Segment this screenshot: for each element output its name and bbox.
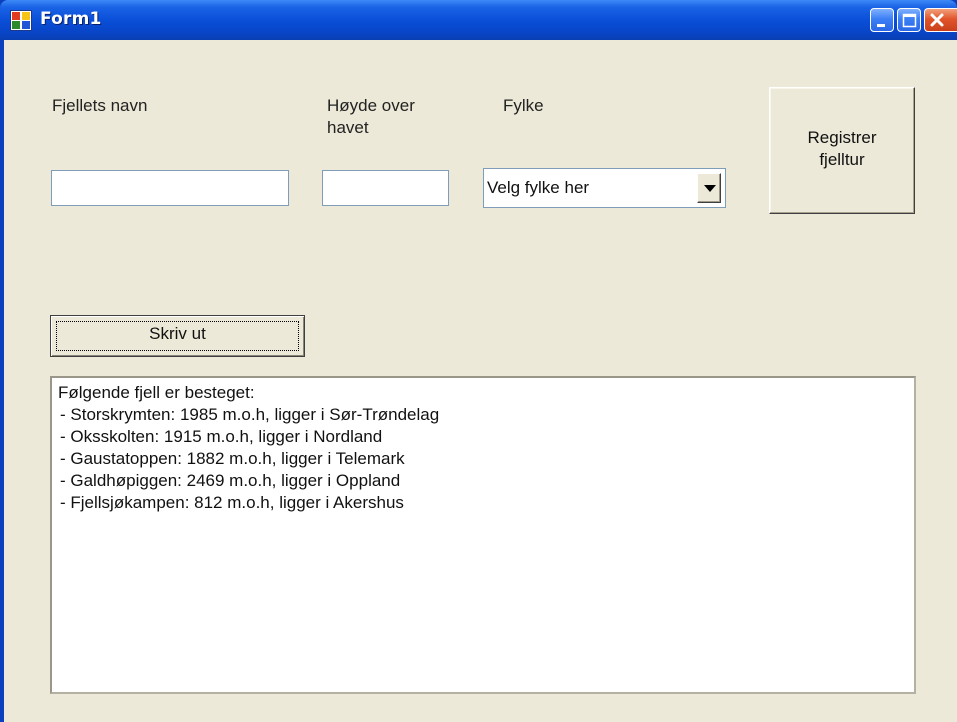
height-label-line2: havet — [327, 118, 369, 137]
maximize-icon — [902, 13, 917, 28]
print-button-label: Skriv ut — [149, 324, 206, 343]
maximize-button[interactable] — [897, 8, 921, 32]
mountain-name-label: Fjellets navn — [52, 96, 148, 115]
minimize-button[interactable] — [870, 8, 894, 32]
title-bar[interactable]: Form1 — [0, 0, 957, 40]
chevron-down-icon — [704, 185, 716, 192]
output-line: - Gaustatoppen: 1882 m.o.h, ligger i Tel… — [60, 449, 405, 468]
output-line: - Fjellsjøkampen: 812 m.o.h, ligger i Ak… — [60, 493, 404, 512]
print-button[interactable]: Skriv ut — [50, 315, 305, 357]
county-label: Fylke — [503, 96, 544, 115]
form-app-icon[interactable] — [10, 10, 32, 31]
output-textarea[interactable]: Følgende fjell er besteget: - Storskrymt… — [50, 376, 916, 694]
height-label-line1: Høyde over — [327, 96, 415, 115]
output-line: - Oksskolten: 1915 m.o.h, ligger i Nordl… — [60, 427, 383, 446]
window-title: Form1 — [40, 9, 102, 29]
app-window: Form1 Fjellets navn Høyde over havet Fyl… — [0, 0, 957, 722]
county-dropdown-button[interactable] — [697, 173, 721, 203]
minimize-icon — [877, 24, 885, 27]
mountain-name-input[interactable] — [51, 170, 289, 206]
close-button[interactable] — [924, 8, 957, 32]
form-client-area: Fjellets navn Høyde over havet Fylke Vel… — [4, 40, 957, 722]
county-select-value: Velg fylke her — [487, 178, 590, 197]
register-trip-button[interactable]: Registrer fjelltur — [769, 87, 915, 214]
county-select[interactable]: Velg fylke her — [483, 168, 726, 208]
register-trip-label: Registrer fjelltur — [807, 128, 877, 169]
close-icon — [930, 13, 944, 27]
height-input[interactable] — [322, 170, 449, 206]
output-heading: Følgende fjell er besteget: — [58, 383, 255, 402]
output-line: - Galdhøpiggen: 2469 m.o.h, ligger i Opp… — [60, 471, 401, 490]
output-line: - Storskrymten: 1985 m.o.h, ligger i Sør… — [60, 405, 440, 424]
